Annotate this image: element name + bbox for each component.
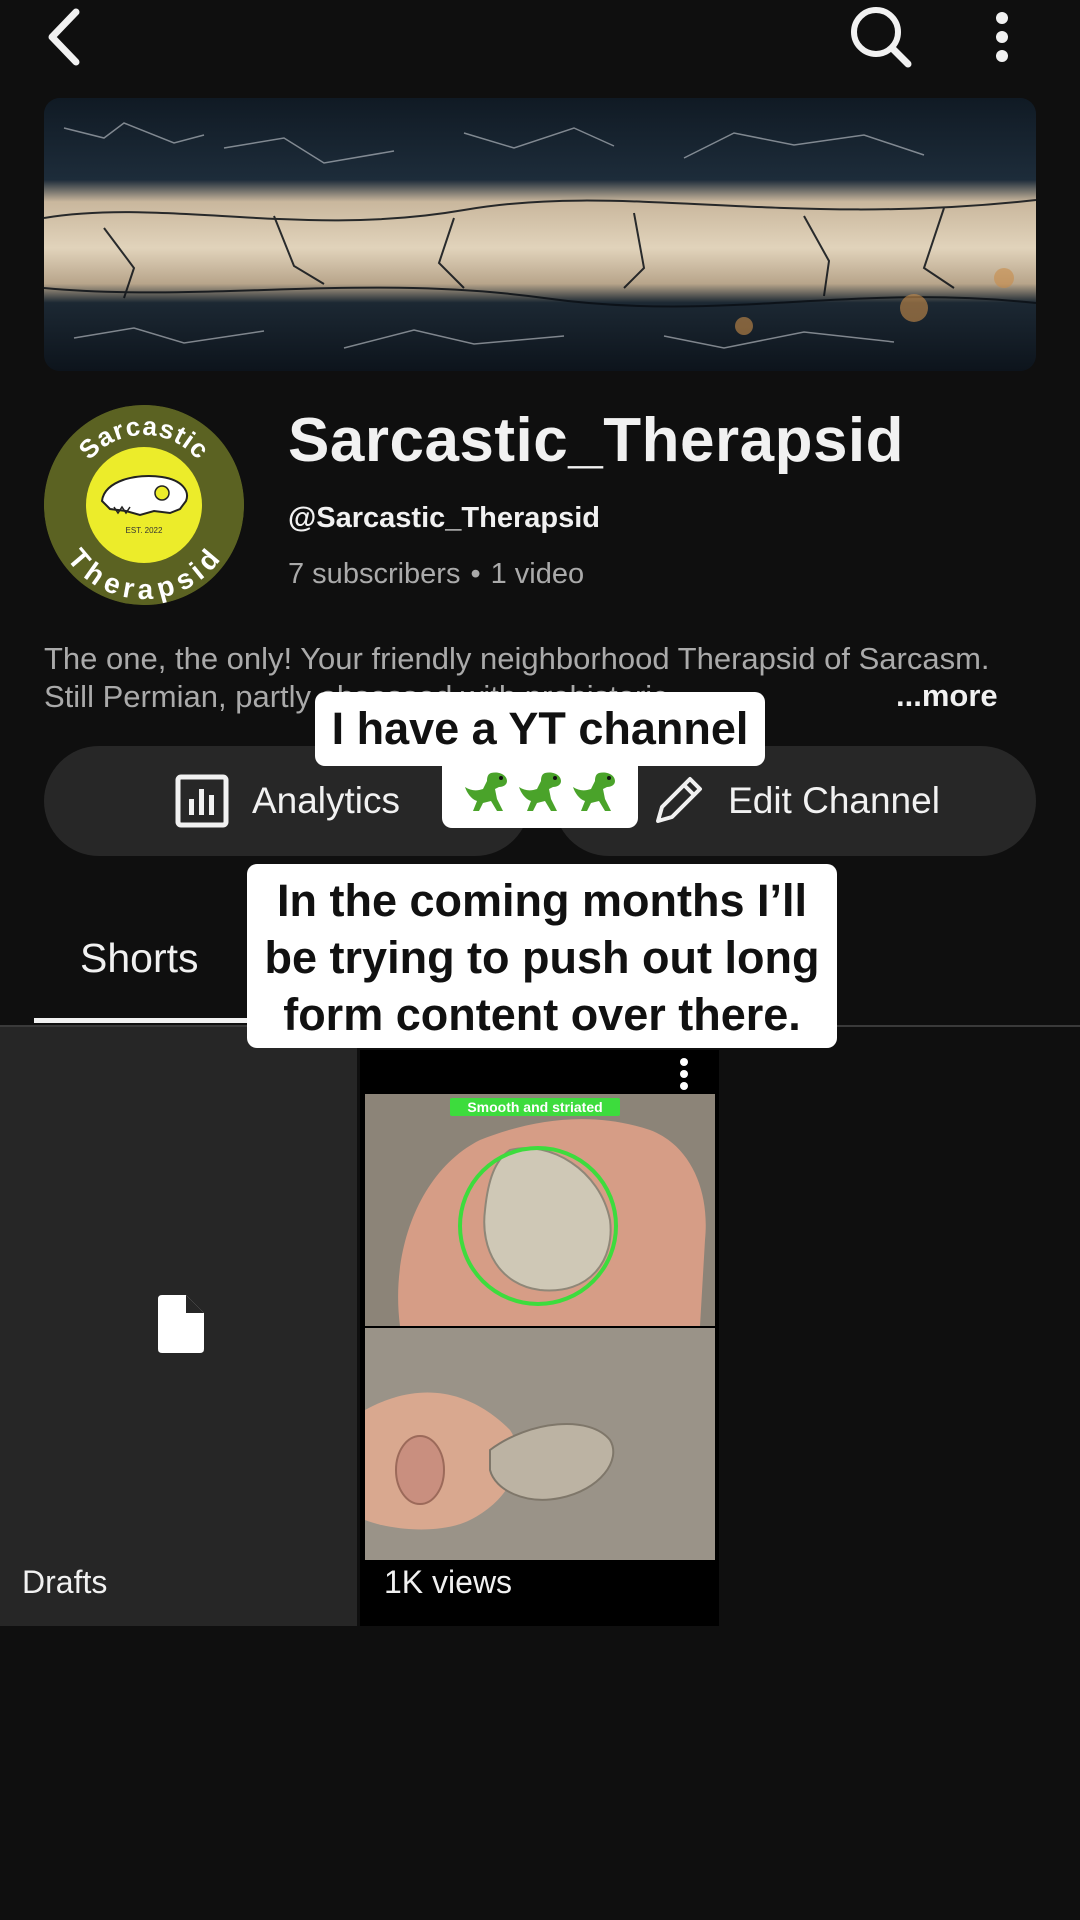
edit-channel-label: Edit Channel — [728, 780, 940, 821]
dinosaur-icon — [519, 772, 561, 811]
short-thumbnail-image: Smooth and striated — [360, 1050, 719, 1626]
channel-banner — [44, 98, 1036, 371]
pencil-icon — [656, 777, 703, 823]
dinosaur-icon — [573, 772, 615, 811]
subscriber-count: 7 subscribers — [288, 558, 461, 590]
search-icon — [851, 7, 912, 68]
chevron-left-icon — [48, 8, 80, 66]
meta-separator: • — [470, 558, 481, 590]
channel-handle: @Sarcastic_Therapsid — [288, 502, 600, 534]
avatar-logo: Sarcastic Therapsid EST. 2022 — [44, 405, 244, 605]
description-more-link[interactable]: ...more — [896, 678, 998, 714]
channel-name: Sarcastic_Therapsid — [288, 406, 905, 475]
short-thumbnail[interactable]: Smooth and striated — [360, 1050, 719, 1626]
dinosaur-emoji-row — [442, 756, 638, 828]
short-view-count: 1K views — [384, 1564, 513, 1600]
channel-avatar[interactable]: Sarcastic Therapsid EST. 2022 — [44, 405, 244, 605]
overlay-caption-2: In the coming months I’ll be trying to p… — [247, 864, 837, 1048]
video-count: 1 video — [490, 558, 585, 590]
banner-image — [44, 98, 1036, 371]
back-button[interactable] — [38, 6, 90, 68]
short-more-icon[interactable] — [672, 1054, 696, 1094]
overlay-caption-2-line-2: be trying to push out long — [264, 932, 820, 983]
overlay-caption-2-line-1: In the coming months I’ll — [276, 875, 807, 926]
tab-selected-indicator — [34, 1018, 250, 1023]
search-button[interactable] — [848, 4, 914, 70]
drafts-label: Drafts — [22, 1564, 108, 1600]
analytics-icon — [175, 774, 229, 828]
tab-shorts[interactable]: Shorts — [80, 935, 199, 982]
overlay-caption-1: I have a YT channel — [315, 692, 765, 766]
document-icon — [158, 1295, 204, 1353]
avatar-est-text: EST. 2022 — [126, 526, 163, 535]
overlay-caption-2-line-3: form content over there. — [283, 989, 801, 1040]
more-vertical-icon — [996, 12, 1008, 62]
more-options-button[interactable] — [980, 6, 1024, 68]
channel-stats: 7 subscribers • 1 video — [288, 558, 584, 591]
short-caption-text: Smooth and striated — [467, 1099, 602, 1115]
top-bar — [0, 0, 1080, 80]
dinosaur-icon — [465, 772, 507, 811]
drafts-tile[interactable] — [0, 1027, 357, 1626]
analytics-label: Analytics — [251, 780, 401, 821]
